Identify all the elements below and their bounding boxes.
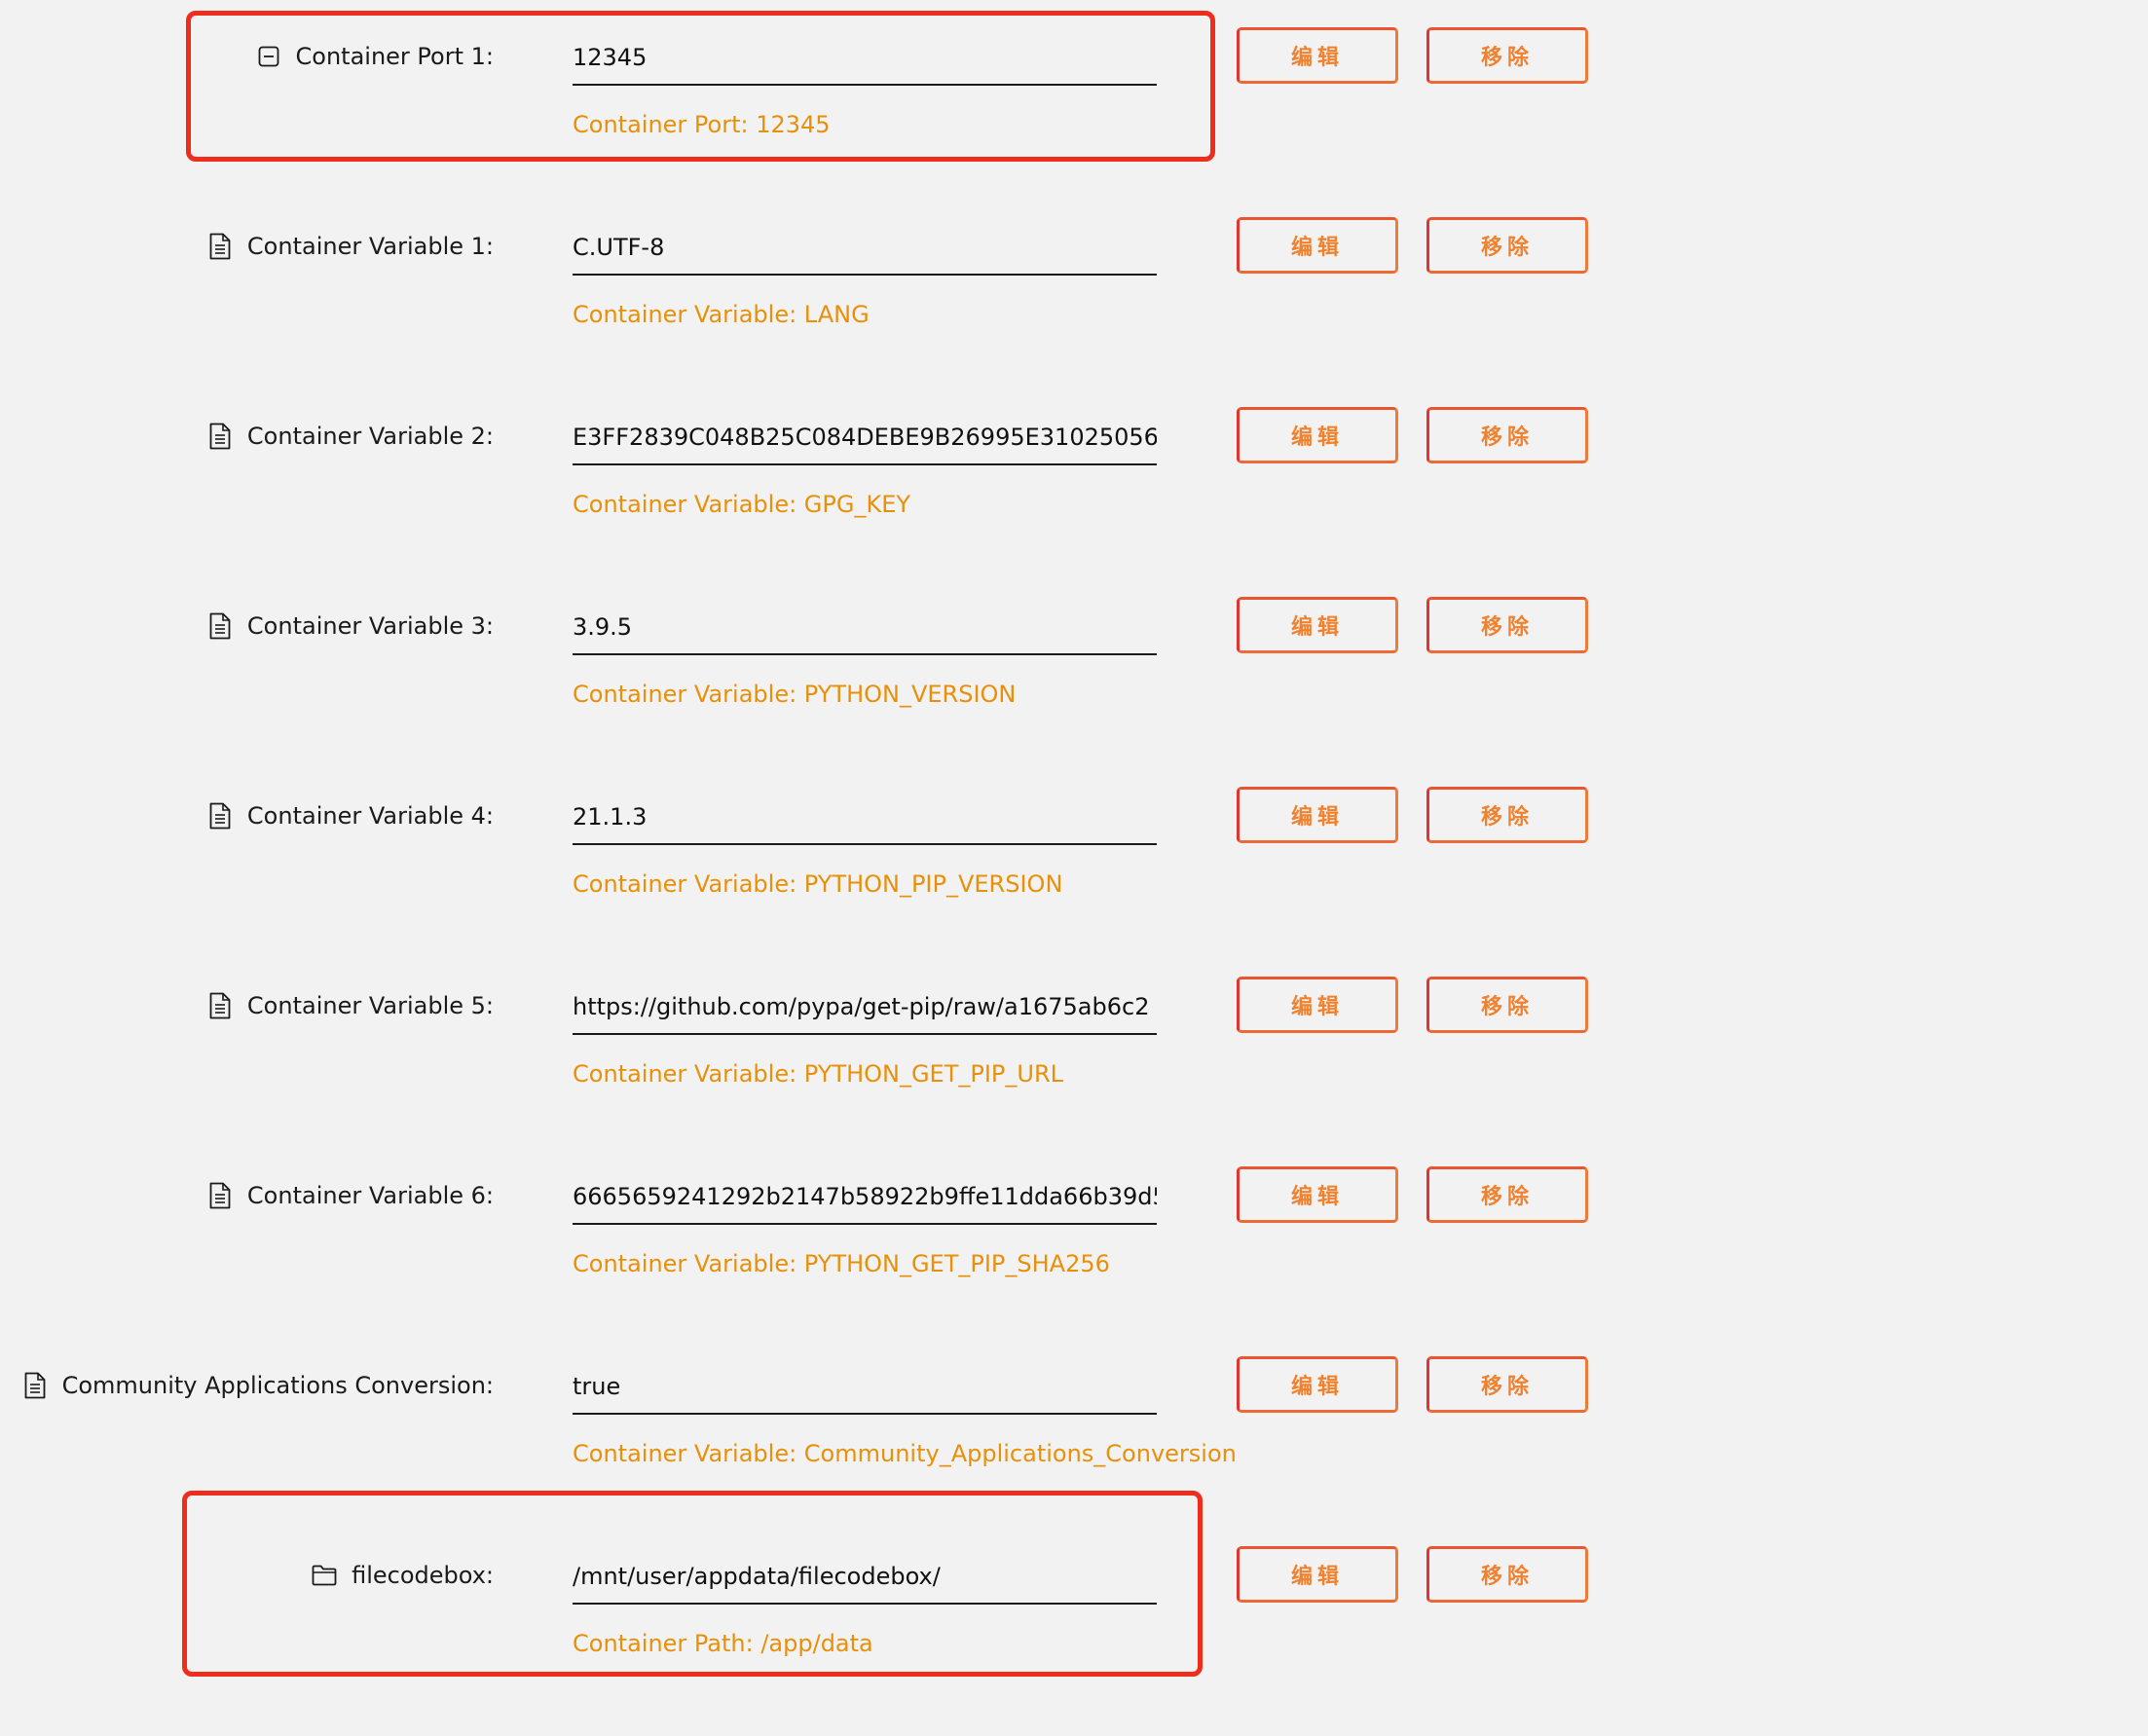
- setting-label: Community Applications Conversion:: [21, 1356, 494, 1415]
- file-icon: [21, 1370, 49, 1401]
- port-icon: [255, 41, 282, 72]
- remove-button[interactable]: 移除: [1426, 977, 1588, 1033]
- edit-button[interactable]: 编辑: [1237, 27, 1398, 84]
- setting-label-text: Container Variable 6:: [246, 1182, 494, 1209]
- setting-value-field[interactable]: 12345: [573, 31, 1157, 86]
- file-icon: [206, 421, 234, 452]
- setting-label-text: Community Applications Conversion:: [61, 1372, 494, 1399]
- folder-icon: [311, 1560, 338, 1591]
- setting-label: Container Variable 3:: [206, 597, 494, 655]
- setting-label: Container Variable 5:: [206, 977, 494, 1035]
- setting-label-text: Container Variable 2:: [246, 423, 494, 450]
- setting-description: Container Variable: Community_Applicatio…: [573, 1440, 1237, 1467]
- edit-button[interactable]: 编辑: [1237, 1166, 1398, 1223]
- setting-label-text: Container Variable 1:: [246, 233, 494, 260]
- setting-label: filecodebox:: [311, 1546, 494, 1605]
- setting-label: Container Variable 4:: [206, 787, 494, 845]
- edit-button[interactable]: 编辑: [1237, 597, 1398, 653]
- setting-label-text: Container Variable 3:: [246, 612, 494, 640]
- setting-row-variable-4: Container Variable 4: 21.1.3 Container V…: [0, 787, 2148, 977]
- edit-button[interactable]: 编辑: [1237, 1356, 1398, 1413]
- setting-description: Container Variable: LANG: [573, 301, 870, 328]
- setting-row-path-filecodebox: filecodebox: /mnt/user/appdata/filecodeb…: [0, 1546, 2148, 1736]
- setting-description: Container Path: /app/data: [573, 1630, 873, 1657]
- remove-button[interactable]: 移除: [1426, 217, 1588, 274]
- setting-description: Container Port: 12345: [573, 111, 831, 138]
- setting-value-field[interactable]: /mnt/user/appdata/filecodebox/: [573, 1550, 1157, 1605]
- remove-button[interactable]: 移除: [1426, 1356, 1588, 1413]
- setting-value-field[interactable]: 6665659241292b2147b58922b9ffe11dda66b39d…: [573, 1170, 1157, 1225]
- setting-label-text: filecodebox:: [352, 1562, 494, 1589]
- remove-button[interactable]: 移除: [1426, 1166, 1588, 1223]
- setting-row-variable-3: Container Variable 3: 3.9.5 Container Va…: [0, 597, 2148, 787]
- edit-button[interactable]: 编辑: [1237, 217, 1398, 274]
- setting-description: Container Variable: GPG_KEY: [573, 491, 911, 518]
- file-icon: [206, 800, 234, 831]
- setting-description: Container Variable: PYTHON_PIP_VERSION: [573, 870, 1063, 898]
- remove-button[interactable]: 移除: [1426, 787, 1588, 843]
- setting-row-variable-5: Container Variable 5: https://github.com…: [0, 977, 2148, 1166]
- setting-row-port-1: Container Port 1: 12345 Container Port: …: [0, 27, 2148, 217]
- setting-label-text: Container Variable 5:: [246, 992, 494, 1019]
- setting-label: Container Variable 6:: [206, 1166, 494, 1225]
- setting-label: Container Variable 1:: [206, 217, 494, 276]
- setting-value-field[interactable]: https://github.com/pypa/get-pip/raw/a167…: [573, 980, 1157, 1035]
- file-icon: [206, 990, 234, 1021]
- setting-value-field[interactable]: true: [573, 1360, 1157, 1415]
- setting-value-field[interactable]: E3FF2839C048B25C084DEBE9B26995E31025056: [573, 411, 1157, 465]
- remove-button[interactable]: 移除: [1426, 1546, 1588, 1603]
- edit-button[interactable]: 编辑: [1237, 1546, 1398, 1603]
- setting-description: Container Variable: PYTHON_GET_PIP_SHA25…: [573, 1250, 1110, 1277]
- setting-value-field[interactable]: 21.1.3: [573, 791, 1157, 845]
- setting-row-variable-2: Container Variable 2: E3FF2839C048B25C08…: [0, 407, 2148, 597]
- file-icon: [206, 1180, 234, 1211]
- setting-description: Container Variable: PYTHON_VERSION: [573, 681, 1017, 708]
- remove-button[interactable]: 移除: [1426, 27, 1588, 84]
- edit-button[interactable]: 编辑: [1237, 787, 1398, 843]
- setting-value-field[interactable]: C.UTF-8: [573, 221, 1157, 276]
- setting-label-text: Container Port 1:: [295, 43, 494, 70]
- setting-value-field[interactable]: 3.9.5: [573, 601, 1157, 655]
- setting-row-variable-1: Container Variable 1: C.UTF-8 Container …: [0, 217, 2148, 407]
- setting-label-text: Container Variable 4:: [246, 802, 494, 830]
- setting-label: Container Port 1:: [255, 27, 494, 86]
- remove-button[interactable]: 移除: [1426, 597, 1588, 653]
- setting-row-community-applications-conversion: Community Applications Conversion: true …: [0, 1356, 2148, 1546]
- setting-row-variable-6: Container Variable 6: 6665659241292b2147…: [0, 1166, 2148, 1356]
- file-icon: [206, 231, 234, 262]
- edit-button[interactable]: 编辑: [1237, 977, 1398, 1033]
- setting-label: Container Variable 2:: [206, 407, 494, 465]
- remove-button[interactable]: 移除: [1426, 407, 1588, 463]
- edit-button[interactable]: 编辑: [1237, 407, 1398, 463]
- setting-description: Container Variable: PYTHON_GET_PIP_URL: [573, 1060, 1064, 1088]
- file-icon: [206, 610, 234, 642]
